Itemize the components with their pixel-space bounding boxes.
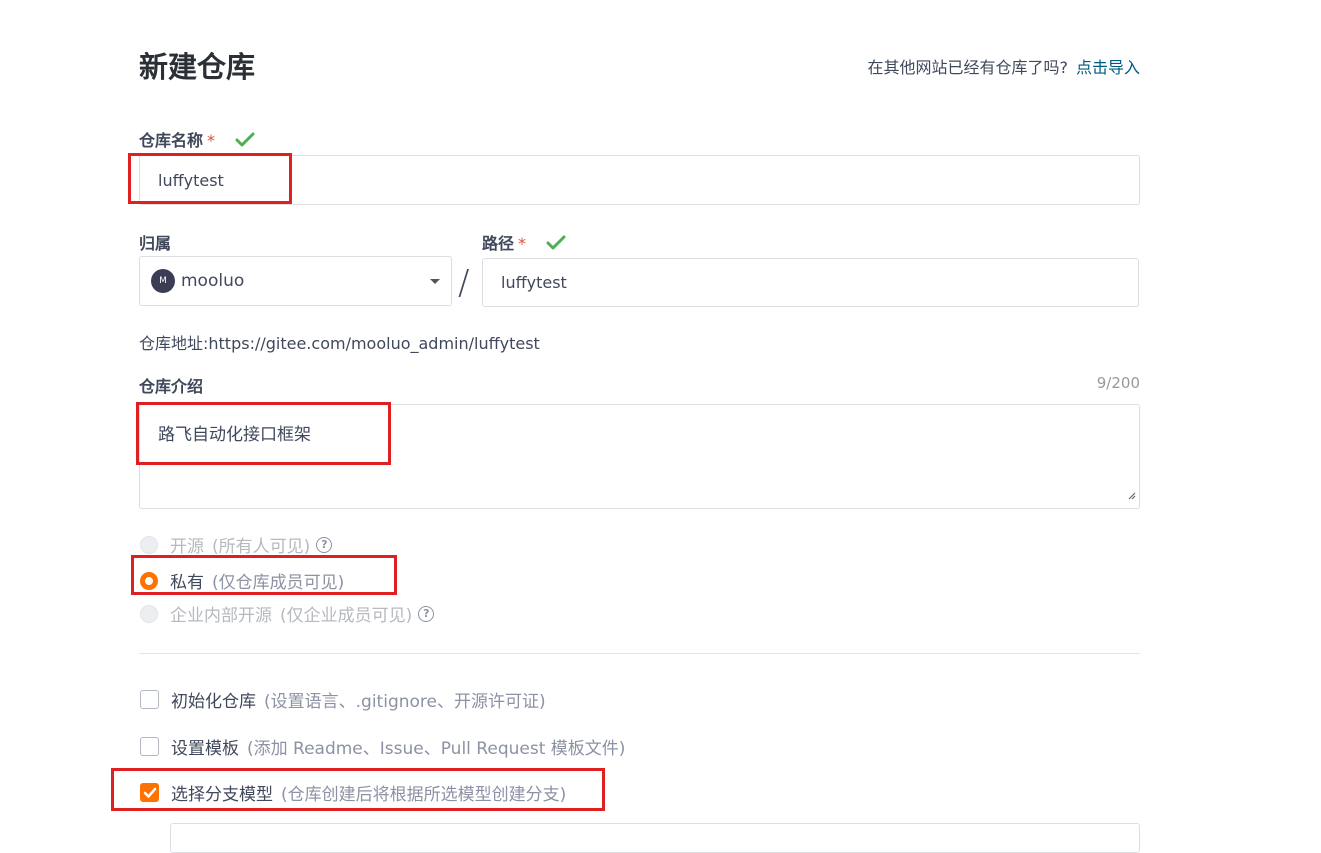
owner-select[interactable]: M mooluo — [139, 256, 452, 306]
required-mark: * — [207, 131, 216, 150]
avatar: M — [151, 269, 175, 293]
option-hint: (添加 Readme、Issue、Pull Request 模板文件) — [247, 739, 626, 759]
description-counter: 9/200 — [1096, 374, 1140, 392]
checkbox-checked[interactable] — [140, 783, 159, 802]
radio-button[interactable] — [140, 571, 158, 590]
radio-button[interactable] — [140, 535, 158, 554]
repo-name-label: 仓库名称 * — [139, 127, 255, 152]
path-value: luffytest — [501, 273, 567, 292]
avatar-initial: M — [159, 276, 167, 286]
option-hint: (仓库创建后将根据所选模型创建分支) — [281, 785, 567, 805]
question-circle-icon[interactable]: ? — [316, 536, 333, 553]
owner-value: mooluo — [181, 271, 245, 291]
valid-check-icon — [546, 235, 566, 255]
checkbox[interactable] — [140, 737, 159, 756]
visibility-option-private[interactable]: 私有 (仅仓库成员可见) — [140, 568, 344, 593]
path-separator: / — [458, 263, 470, 303]
option-label: 设置模板 — [171, 739, 239, 759]
import-hint: 在其他网站已经有仓库了吗? 点击导入 — [867, 54, 1140, 78]
caret-down-icon — [430, 279, 440, 284]
option-hint: (所有人可见) — [212, 537, 311, 557]
option-init-repo[interactable]: 初始化仓库 (设置语言、.gitignore、开源许可证) — [140, 687, 546, 712]
repo-name-value: luffytest — [158, 170, 224, 190]
visibility-option-open-source[interactable]: 开源 (所有人可见) ? — [140, 532, 333, 557]
option-set-template[interactable]: 设置模板 (添加 Readme、Issue、Pull Request 模板文件) — [140, 734, 625, 759]
import-hint-text: 在其他网站已经有仓库了吗? — [867, 58, 1068, 77]
repo-address: 仓库地址:https://gitee.com/mooluo_admin/luff… — [139, 334, 540, 353]
repo-name-input[interactable]: luffytest — [139, 155, 1140, 205]
option-hint: (仅企业成员可见) — [280, 606, 413, 626]
owner-label: 归属 — [139, 234, 172, 253]
path-label: 路径 * — [482, 230, 566, 255]
option-label: 企业内部开源 — [170, 606, 272, 626]
resize-handle-icon[interactable] — [1126, 485, 1136, 505]
page-title: 新建仓库 — [139, 50, 256, 84]
valid-check-icon — [235, 132, 255, 152]
import-link[interactable]: 点击导入 — [1076, 58, 1140, 77]
description-label: 仓库介绍 — [139, 377, 204, 396]
branch-model-select[interactable] — [170, 823, 1140, 853]
option-label: 开源 — [170, 537, 204, 557]
visibility-option-enterprise[interactable]: 企业内部开源 (仅企业成员可见) ? — [140, 601, 435, 626]
divider — [139, 653, 1140, 654]
radio-button[interactable] — [140, 604, 158, 623]
description-value: 路飞自动化接口框架 — [158, 425, 311, 445]
option-label: 选择分支模型 — [171, 785, 273, 805]
path-label-text: 路径 — [482, 234, 515, 253]
question-circle-icon[interactable]: ? — [418, 605, 435, 622]
path-input[interactable]: luffytest — [482, 258, 1139, 307]
description-textarea[interactable]: 路飞自动化接口框架 — [139, 404, 1140, 509]
checkmark-icon — [143, 787, 156, 798]
option-label: 初始化仓库 — [171, 692, 256, 712]
required-mark: * — [518, 234, 527, 253]
option-hint: (仅仓库成员可见) — [212, 573, 345, 593]
option-hint: (设置语言、.gitignore、开源许可证) — [264, 692, 546, 712]
repo-name-label-text: 仓库名称 — [139, 131, 204, 150]
option-label: 私有 — [170, 573, 204, 593]
checkbox[interactable] — [140, 690, 159, 709]
option-branch-model[interactable]: 选择分支模型 (仓库创建后将根据所选模型创建分支) — [140, 780, 566, 805]
